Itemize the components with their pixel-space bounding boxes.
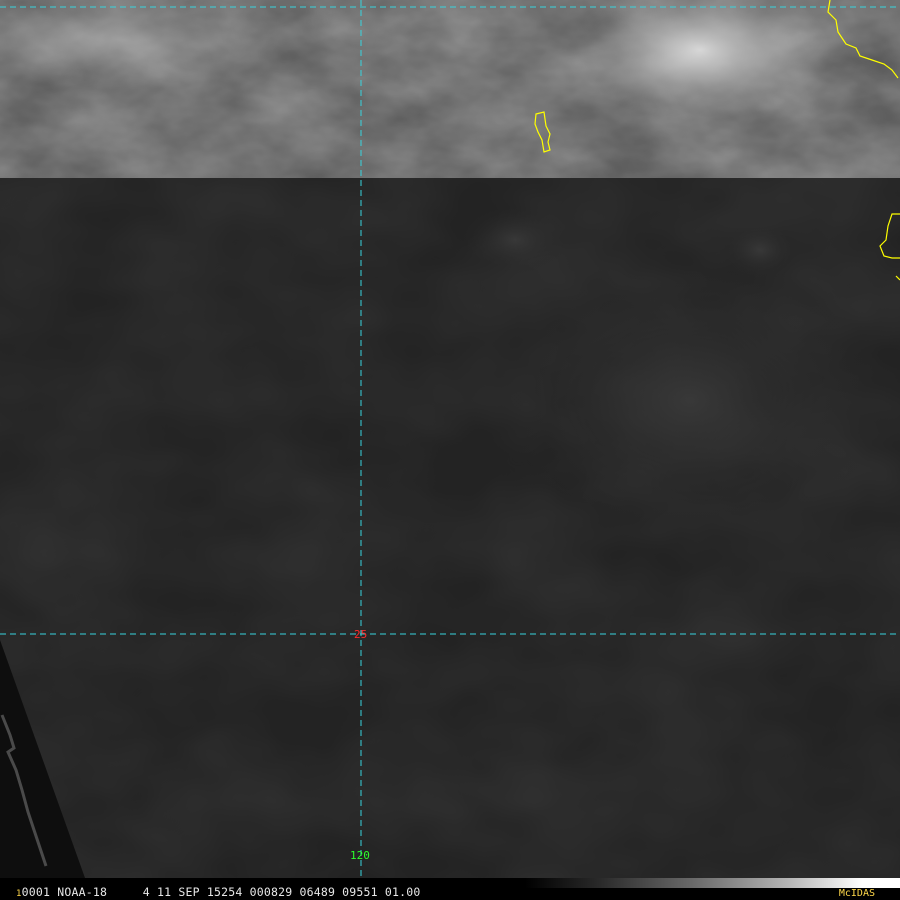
satellite-image-view: 25 120 <box>0 0 900 900</box>
grayscale-bar <box>525 878 900 888</box>
longitude-label: 120 <box>350 849 370 862</box>
latitude-label: 25 <box>354 628 367 641</box>
faint-cloud-patch <box>490 250 890 550</box>
image-metadata: 0001 NOAA-18 4 11 SEP 15254 000829 06489… <box>21 885 421 899</box>
image-info-text: 10001 NOAA-18 4 11 SEP 15254 000829 0648… <box>16 885 421 899</box>
mcidas-logo: McIDAS <box>838 888 875 899</box>
